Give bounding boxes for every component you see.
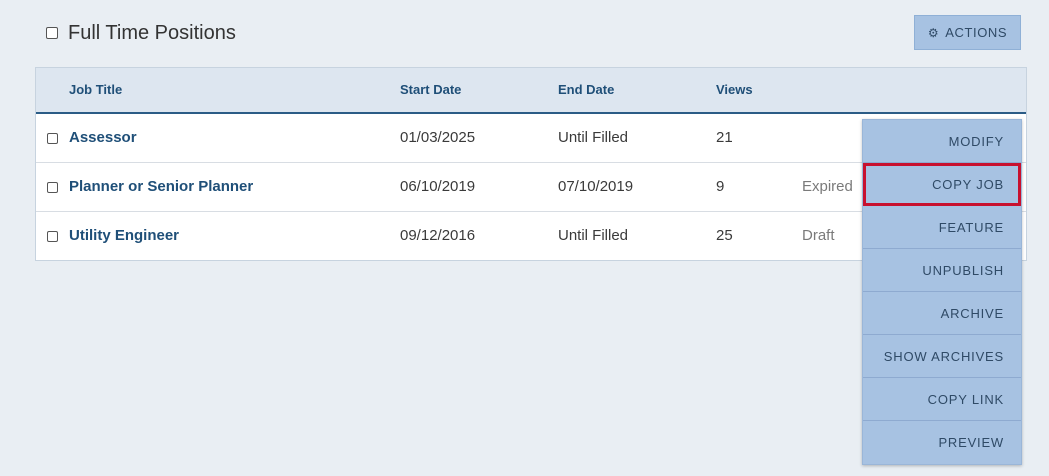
gear-icon: ⚙ (927, 25, 940, 40)
column-views[interactable]: Views (716, 68, 753, 112)
end-date: 07/10/2019 (558, 178, 634, 195)
select-all-checkbox[interactable] (46, 27, 58, 39)
row-checkbox[interactable] (47, 231, 58, 242)
page-title: Full Time Positions (68, 22, 236, 44)
menu-item-preview[interactable]: PREVIEW (863, 421, 1021, 464)
actions-label: ACTIONS (945, 25, 1008, 40)
table-header: Job Title Start Date End Date Views (36, 68, 1026, 114)
column-job-title[interactable]: Job Title (69, 68, 122, 112)
actions-button[interactable]: ⚙ ACTIONS (914, 15, 1021, 50)
views-count: 21 (716, 129, 733, 146)
column-end-date[interactable]: End Date (558, 68, 614, 112)
views-count: 25 (716, 227, 733, 244)
menu-item-archive[interactable]: ARCHIVE (863, 292, 1021, 335)
start-date: 06/10/2019 (400, 178, 476, 195)
menu-item-copy-job[interactable]: COPY JOB (863, 163, 1021, 206)
job-title-link[interactable]: Utility Engineer (69, 212, 179, 260)
start-date: 01/03/2025 (400, 129, 476, 146)
job-title-link[interactable]: Assessor (69, 114, 137, 162)
menu-item-copy-link[interactable]: COPY LINK (863, 378, 1021, 421)
status-label: Expired (802, 178, 853, 195)
end-date: Until Filled (558, 227, 629, 244)
menu-item-unpublish[interactable]: UNPUBLISH (863, 249, 1021, 292)
menu-item-feature[interactable]: FEATURE (863, 206, 1021, 249)
end-date: Until Filled (558, 129, 629, 146)
actions-menu: MODIFY COPY JOB FEATURE UNPUBLISH ARCHIV… (862, 119, 1022, 465)
row-checkbox[interactable] (47, 133, 58, 144)
column-start-date[interactable]: Start Date (400, 68, 461, 112)
start-date: 09/12/2016 (400, 227, 476, 244)
row-checkbox[interactable] (47, 182, 58, 193)
header: Full Time Positions (46, 18, 236, 48)
page: Full Time Positions ⚙ ACTIONS Job Title … (0, 0, 1049, 476)
views-count: 9 (716, 178, 725, 195)
status-label: Draft (802, 227, 835, 244)
job-title-link[interactable]: Planner or Senior Planner (69, 163, 253, 211)
menu-item-modify[interactable]: MODIFY (863, 120, 1021, 163)
menu-item-show-archives[interactable]: SHOW ARCHIVES (863, 335, 1021, 378)
